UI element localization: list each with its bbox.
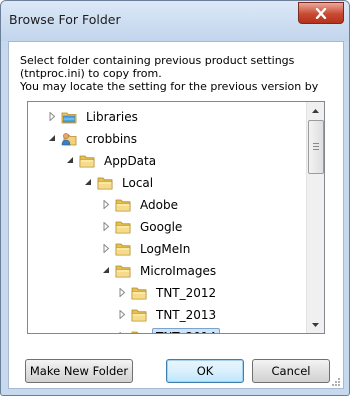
- tree-node[interactable]: MicroImages: [100, 260, 220, 281]
- tree-expander[interactable]: [64, 155, 76, 167]
- tree-expander[interactable]: [116, 309, 128, 321]
- folder-icon: [131, 331, 147, 333]
- tree-node-label: MicroImages: [140, 263, 217, 278]
- scroll-up-icon: [312, 108, 319, 113]
- folder-icon: [131, 287, 147, 299]
- tree-expander[interactable]: [116, 331, 128, 333]
- tree-node[interactable]: Libraries: [46, 106, 142, 127]
- scroll-thumb[interactable]: [308, 120, 324, 174]
- tree-expander[interactable]: [100, 243, 112, 255]
- grip-line: [313, 146, 319, 147]
- grip-line: [313, 143, 319, 144]
- folder-icon: [115, 265, 131, 277]
- tree-node-label: LogMeIn: [140, 241, 191, 256]
- folder-icon: [131, 309, 147, 321]
- collapsed-arrow-icon: [103, 200, 109, 209]
- close-button[interactable]: [298, 2, 344, 24]
- tree-node-label: TNT_2014: [152, 327, 221, 333]
- tree-node-label: Local: [122, 175, 154, 190]
- make-new-folder-button[interactable]: Make New Folder: [25, 359, 133, 383]
- tree-node-label: AppData: [104, 153, 157, 168]
- tree-node-label: crobbins: [86, 131, 138, 146]
- vertical-scrollbar[interactable]: [306, 102, 324, 333]
- collapsed-arrow-icon: [103, 222, 109, 231]
- instructions-text: Select folder containing previous produc…: [20, 54, 320, 93]
- tree-expander[interactable]: [100, 265, 112, 277]
- tree-node[interactable]: Adobe: [100, 194, 182, 215]
- tree-expander[interactable]: [116, 287, 128, 299]
- tree-node-label: Adobe: [140, 197, 178, 212]
- scroll-down-button[interactable]: [307, 316, 324, 333]
- folder-icon: [97, 177, 113, 189]
- collapsed-arrow-icon: [119, 332, 121, 333]
- tree-expander[interactable]: [46, 111, 58, 123]
- folder-icon: [115, 199, 131, 211]
- cancel-button[interactable]: Cancel: [252, 359, 330, 383]
- title-bar[interactable]: Browse For Folder: [1, 1, 349, 41]
- tree-node-label: TNT_2012: [156, 285, 217, 300]
- libraries-icon: [61, 112, 77, 123]
- tree-node[interactable]: Local: [82, 172, 157, 193]
- tree-node[interactable]: Google: [100, 216, 186, 237]
- expanded-arrow-icon: [48, 135, 55, 141]
- folder-icon: [79, 155, 95, 167]
- ok-button[interactable]: OK: [166, 359, 244, 383]
- folder-icon: [115, 243, 131, 255]
- grip-line: [313, 149, 319, 150]
- collapsed-arrow-icon: [49, 112, 55, 121]
- instruction-line: You may locate the setting for the previ…: [20, 80, 319, 93]
- dialog-content: Select folder containing previous produc…: [8, 41, 344, 389]
- scroll-down-icon: [312, 322, 319, 327]
- tree-node-label: Google: [140, 219, 183, 234]
- tree-node[interactable]: AppData: [64, 150, 160, 171]
- folder-icon: [115, 221, 131, 233]
- expanded-arrow-icon: [66, 157, 73, 163]
- window-title: Browse For Folder: [9, 12, 121, 27]
- collapsed-arrow-icon: [119, 310, 125, 319]
- collapsed-arrow-icon: [119, 288, 125, 297]
- tree-expander[interactable]: [100, 221, 112, 233]
- tree-node-label: TNT_2013: [156, 307, 217, 322]
- browse-folder-dialog: Browse For Folder Select folder containi…: [0, 0, 350, 396]
- tree-expander[interactable]: [46, 133, 58, 145]
- collapsed-arrow-icon: [103, 244, 109, 253]
- tree-node[interactable]: TNT_2014: [116, 326, 221, 333]
- tree-expander[interactable]: [100, 199, 112, 211]
- resize-grip-icon[interactable]: [330, 376, 340, 386]
- tree-node[interactable]: LogMeIn: [100, 238, 194, 259]
- scroll-up-button[interactable]: [307, 102, 324, 119]
- tree-node[interactable]: TNT_2012: [116, 282, 220, 303]
- expanded-arrow-icon: [84, 179, 91, 185]
- tree-node-label: Libraries: [86, 109, 138, 124]
- tree-node[interactable]: crobbins: [46, 128, 141, 149]
- expanded-arrow-icon: [102, 267, 109, 273]
- close-icon: [315, 7, 327, 19]
- instruction-line: Select folder containing previous produc…: [20, 54, 295, 67]
- user-folder-icon: [61, 132, 77, 145]
- folder-tree[interactable]: Libraries crobbins AppData Local Adobe Google…: [27, 101, 325, 334]
- instruction-line: (tntproc.ini) to copy from.: [20, 67, 162, 80]
- tree-node[interactable]: TNT_2013: [116, 304, 220, 325]
- tree-expander[interactable]: [82, 177, 94, 189]
